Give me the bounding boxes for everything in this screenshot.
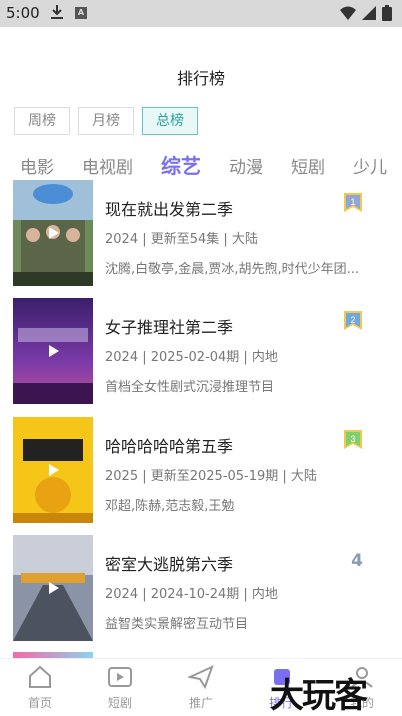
download-icon — [51, 5, 63, 19]
play-box-icon — [108, 667, 132, 687]
rank-badge-icon: 2 — [344, 311, 362, 330]
rank-badge-icon: 1 — [344, 193, 362, 212]
wifi-icon — [340, 6, 356, 20]
status-time: 5:00 — [6, 4, 40, 22]
item-desc: 邓超,陈赫,范志毅,王勉 — [105, 499, 235, 514]
item-title: 现在就出发第二季 — [105, 200, 234, 219]
play-icon — [49, 227, 59, 239]
item-title: 女子推理社第二季 — [105, 318, 234, 337]
home-icon — [29, 665, 51, 688]
tab-movies[interactable]: 电影 — [20, 153, 54, 178]
list-item[interactable]: 现在就出发第二季 2024 | 更新至54集 | 大陆 沈腾,白敬亭,金晨,贾冰… — [13, 180, 389, 286]
tab-anime[interactable]: 动漫 — [229, 153, 263, 178]
category-tabs: 电影 电视剧 综艺 动漫 短剧 少儿 — [20, 150, 402, 182]
paper-plane-icon — [186, 665, 214, 690]
list-item[interactable]: 女子推理社第二季 2024 | 2025-02-04期 | 内地 首档全女性剧式… — [13, 298, 389, 404]
nav-promote[interactable]: 推广 — [171, 665, 231, 711]
status-icons — [340, 5, 392, 21]
item-desc: 首档全女性剧式沉浸推理节目 — [105, 380, 275, 395]
tab-monthly[interactable]: 月榜 — [78, 107, 134, 135]
period-tabs: 周榜 月榜 总榜 — [14, 107, 198, 135]
list-item[interactable]: 密室大逃脱第六季 2024 | 2024-10-24期 | 内地 益智类实景解密… — [13, 535, 389, 641]
tab-short-drama[interactable]: 短剧 — [291, 153, 325, 178]
nav-promote-label: 推广 — [188, 696, 213, 710]
nav-home[interactable]: 首页 — [10, 665, 70, 711]
signal-icon — [362, 6, 376, 20]
tab-overall[interactable]: 总榜 — [142, 107, 198, 135]
tab-weekly[interactable]: 周榜 — [14, 107, 70, 135]
svg-text:1: 1 — [350, 197, 355, 207]
play-icon — [49, 345, 59, 357]
item-desc: 沈腾,白敬亭,金晨,贾冰,胡先煦,时代少年团... — [105, 262, 360, 277]
item-meta: 2024 | 更新至54集 | 大陆 — [105, 232, 258, 247]
nav-home-label: 首页 — [27, 696, 52, 710]
ranking-list: 现在就出发第二季 2024 | 更新至54集 | 大陆 沈腾,白敬亭,金晨,贾冰… — [0, 180, 402, 658]
poster-image[interactable] — [13, 180, 93, 286]
poster-image[interactable] — [13, 298, 93, 404]
play-icon — [49, 582, 59, 594]
battery-icon — [382, 5, 392, 21]
item-title: 密室大逃脱第六季 — [105, 555, 234, 574]
tab-variety[interactable]: 综艺 — [161, 150, 201, 179]
list-item[interactable]: 哈哈哈哈哈第五季 2025 | 更新至2025-05-19期 | 大陆 邓超,陈… — [13, 417, 389, 523]
a-icon: A — [75, 7, 87, 19]
play-icon — [49, 464, 59, 476]
item-title: 哈哈哈哈哈第五季 — [105, 437, 234, 456]
nav-short-drama[interactable]: 短剧 — [90, 665, 150, 711]
tab-tv-series[interactable]: 电视剧 — [82, 153, 133, 178]
item-meta: 2025 | 更新至2025-05-19期 | 大陆 — [105, 469, 317, 484]
item-meta: 2024 | 2024-10-24期 | 内地 — [105, 587, 278, 602]
nav-short-drama-label: 短剧 — [107, 696, 132, 710]
item-meta: 2024 | 2025-02-04期 | 内地 — [105, 350, 278, 365]
svg-text:2: 2 — [350, 315, 355, 325]
rank-number: 4 — [351, 551, 363, 571]
poster-image[interactable] — [13, 535, 93, 641]
status-bar: 5:00 A — [0, 0, 402, 27]
page-title: 排行榜 — [176, 69, 225, 88]
svg-text:3: 3 — [350, 434, 355, 444]
rank-badge-icon: 3 — [344, 430, 362, 449]
watermark-logo: 大玩客 — [270, 676, 368, 716]
item-desc: 益智类实景解密互动节目 — [105, 617, 249, 632]
poster-image[interactable] — [13, 417, 93, 523]
tab-kids[interactable]: 少儿 — [353, 153, 387, 178]
